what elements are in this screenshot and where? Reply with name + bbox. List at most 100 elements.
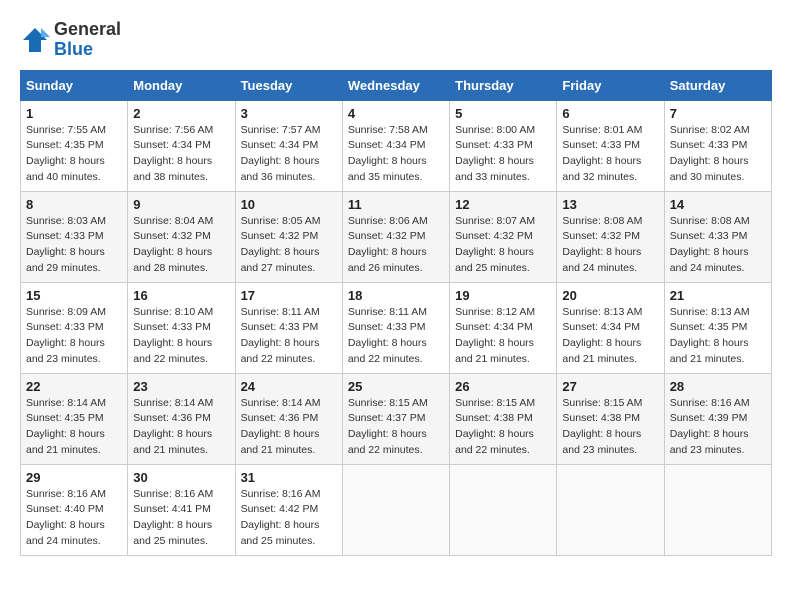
day-info: Sunrise: 8:03 AMSunset: 4:33 PMDaylight:… (26, 214, 122, 277)
day-info: Sunrise: 8:14 AMSunset: 4:36 PMDaylight:… (133, 396, 229, 459)
day-cell: 19 Sunrise: 8:12 AMSunset: 4:34 PMDaylig… (450, 282, 557, 373)
day-cell: 22 Sunrise: 8:14 AMSunset: 4:35 PMDaylig… (21, 373, 128, 464)
day-number: 12 (455, 197, 551, 212)
day-cell: 13 Sunrise: 8:08 AMSunset: 4:32 PMDaylig… (557, 191, 664, 282)
day-info: Sunrise: 7:58 AMSunset: 4:34 PMDaylight:… (348, 123, 444, 186)
day-cell: 5 Sunrise: 8:00 AMSunset: 4:33 PMDayligh… (450, 100, 557, 191)
day-number: 30 (133, 470, 229, 485)
day-cell: 3 Sunrise: 7:57 AMSunset: 4:34 PMDayligh… (235, 100, 342, 191)
page-header: General Blue (20, 20, 772, 60)
day-cell: 31 Sunrise: 8:16 AMSunset: 4:42 PMDaylig… (235, 464, 342, 555)
day-cell: 21 Sunrise: 8:13 AMSunset: 4:35 PMDaylig… (664, 282, 771, 373)
col-header-sunday: Sunday (21, 70, 128, 100)
day-number: 3 (241, 106, 337, 121)
day-cell: 25 Sunrise: 8:15 AMSunset: 4:37 PMDaylig… (342, 373, 449, 464)
day-info: Sunrise: 8:14 AMSunset: 4:36 PMDaylight:… (241, 396, 337, 459)
day-info: Sunrise: 8:15 AMSunset: 4:38 PMDaylight:… (455, 396, 551, 459)
day-info: Sunrise: 8:08 AMSunset: 4:33 PMDaylight:… (670, 214, 766, 277)
day-cell: 11 Sunrise: 8:06 AMSunset: 4:32 PMDaylig… (342, 191, 449, 282)
day-info: Sunrise: 8:16 AMSunset: 4:39 PMDaylight:… (670, 396, 766, 459)
day-number: 17 (241, 288, 337, 303)
day-cell: 18 Sunrise: 8:11 AMSunset: 4:33 PMDaylig… (342, 282, 449, 373)
day-number: 21 (670, 288, 766, 303)
day-info: Sunrise: 8:09 AMSunset: 4:33 PMDaylight:… (26, 305, 122, 368)
day-info: Sunrise: 8:16 AMSunset: 4:40 PMDaylight:… (26, 487, 122, 550)
week-row-4: 22 Sunrise: 8:14 AMSunset: 4:35 PMDaylig… (21, 373, 772, 464)
day-info: Sunrise: 8:10 AMSunset: 4:33 PMDaylight:… (133, 305, 229, 368)
day-info: Sunrise: 8:00 AMSunset: 4:33 PMDaylight:… (455, 123, 551, 186)
day-info: Sunrise: 8:15 AMSunset: 4:37 PMDaylight:… (348, 396, 444, 459)
day-number: 15 (26, 288, 122, 303)
day-number: 22 (26, 379, 122, 394)
week-row-1: 1 Sunrise: 7:55 AMSunset: 4:35 PMDayligh… (21, 100, 772, 191)
logo-icon (20, 25, 50, 55)
day-number: 31 (241, 470, 337, 485)
day-info: Sunrise: 7:56 AMSunset: 4:34 PMDaylight:… (133, 123, 229, 186)
day-cell: 30 Sunrise: 8:16 AMSunset: 4:41 PMDaylig… (128, 464, 235, 555)
day-info: Sunrise: 8:16 AMSunset: 4:42 PMDaylight:… (241, 487, 337, 550)
col-header-wednesday: Wednesday (342, 70, 449, 100)
day-cell: 8 Sunrise: 8:03 AMSunset: 4:33 PMDayligh… (21, 191, 128, 282)
day-cell: 28 Sunrise: 8:16 AMSunset: 4:39 PMDaylig… (664, 373, 771, 464)
day-number: 28 (670, 379, 766, 394)
day-info: Sunrise: 8:16 AMSunset: 4:41 PMDaylight:… (133, 487, 229, 550)
day-info: Sunrise: 8:08 AMSunset: 4:32 PMDaylight:… (562, 214, 658, 277)
day-info: Sunrise: 8:15 AMSunset: 4:38 PMDaylight:… (562, 396, 658, 459)
day-info: Sunrise: 8:05 AMSunset: 4:32 PMDaylight:… (241, 214, 337, 277)
day-info: Sunrise: 8:07 AMSunset: 4:32 PMDaylight:… (455, 214, 551, 277)
calendar-body: 1 Sunrise: 7:55 AMSunset: 4:35 PMDayligh… (21, 100, 772, 555)
day-number: 2 (133, 106, 229, 121)
day-cell: 6 Sunrise: 8:01 AMSunset: 4:33 PMDayligh… (557, 100, 664, 191)
day-number: 20 (562, 288, 658, 303)
day-info: Sunrise: 8:14 AMSunset: 4:35 PMDaylight:… (26, 396, 122, 459)
day-info: Sunrise: 8:11 AMSunset: 4:33 PMDaylight:… (348, 305, 444, 368)
day-info: Sunrise: 8:11 AMSunset: 4:33 PMDaylight:… (241, 305, 337, 368)
day-number: 1 (26, 106, 122, 121)
day-info: Sunrise: 8:13 AMSunset: 4:35 PMDaylight:… (670, 305, 766, 368)
day-cell: 4 Sunrise: 7:58 AMSunset: 4:34 PMDayligh… (342, 100, 449, 191)
day-cell: 16 Sunrise: 8:10 AMSunset: 4:33 PMDaylig… (128, 282, 235, 373)
calendar-header: SundayMondayTuesdayWednesdayThursdayFrid… (21, 70, 772, 100)
col-header-monday: Monday (128, 70, 235, 100)
day-number: 16 (133, 288, 229, 303)
day-info: Sunrise: 8:12 AMSunset: 4:34 PMDaylight:… (455, 305, 551, 368)
day-info: Sunrise: 7:55 AMSunset: 4:35 PMDaylight:… (26, 123, 122, 186)
day-info: Sunrise: 8:13 AMSunset: 4:34 PMDaylight:… (562, 305, 658, 368)
day-cell: 29 Sunrise: 8:16 AMSunset: 4:40 PMDaylig… (21, 464, 128, 555)
day-number: 18 (348, 288, 444, 303)
day-number: 13 (562, 197, 658, 212)
day-number: 5 (455, 106, 551, 121)
day-number: 9 (133, 197, 229, 212)
day-cell (664, 464, 771, 555)
calendar-table: SundayMondayTuesdayWednesdayThursdayFrid… (20, 70, 772, 556)
day-cell: 20 Sunrise: 8:13 AMSunset: 4:34 PMDaylig… (557, 282, 664, 373)
logo-text: General Blue (54, 20, 121, 60)
day-cell (342, 464, 449, 555)
day-info: Sunrise: 8:02 AMSunset: 4:33 PMDaylight:… (670, 123, 766, 186)
day-number: 26 (455, 379, 551, 394)
day-info: Sunrise: 7:57 AMSunset: 4:34 PMDaylight:… (241, 123, 337, 186)
day-cell: 7 Sunrise: 8:02 AMSunset: 4:33 PMDayligh… (664, 100, 771, 191)
col-header-saturday: Saturday (664, 70, 771, 100)
week-row-3: 15 Sunrise: 8:09 AMSunset: 4:33 PMDaylig… (21, 282, 772, 373)
day-number: 19 (455, 288, 551, 303)
day-number: 14 (670, 197, 766, 212)
week-row-5: 29 Sunrise: 8:16 AMSunset: 4:40 PMDaylig… (21, 464, 772, 555)
day-number: 6 (562, 106, 658, 121)
day-cell (450, 464, 557, 555)
day-cell: 24 Sunrise: 8:14 AMSunset: 4:36 PMDaylig… (235, 373, 342, 464)
day-number: 11 (348, 197, 444, 212)
day-cell: 27 Sunrise: 8:15 AMSunset: 4:38 PMDaylig… (557, 373, 664, 464)
day-info: Sunrise: 8:04 AMSunset: 4:32 PMDaylight:… (133, 214, 229, 277)
day-cell: 15 Sunrise: 8:09 AMSunset: 4:33 PMDaylig… (21, 282, 128, 373)
day-number: 7 (670, 106, 766, 121)
day-number: 29 (26, 470, 122, 485)
day-number: 27 (562, 379, 658, 394)
day-cell: 26 Sunrise: 8:15 AMSunset: 4:38 PMDaylig… (450, 373, 557, 464)
day-cell: 23 Sunrise: 8:14 AMSunset: 4:36 PMDaylig… (128, 373, 235, 464)
day-cell: 2 Sunrise: 7:56 AMSunset: 4:34 PMDayligh… (128, 100, 235, 191)
day-info: Sunrise: 8:06 AMSunset: 4:32 PMDaylight:… (348, 214, 444, 277)
day-number: 4 (348, 106, 444, 121)
day-cell: 1 Sunrise: 7:55 AMSunset: 4:35 PMDayligh… (21, 100, 128, 191)
col-header-friday: Friday (557, 70, 664, 100)
